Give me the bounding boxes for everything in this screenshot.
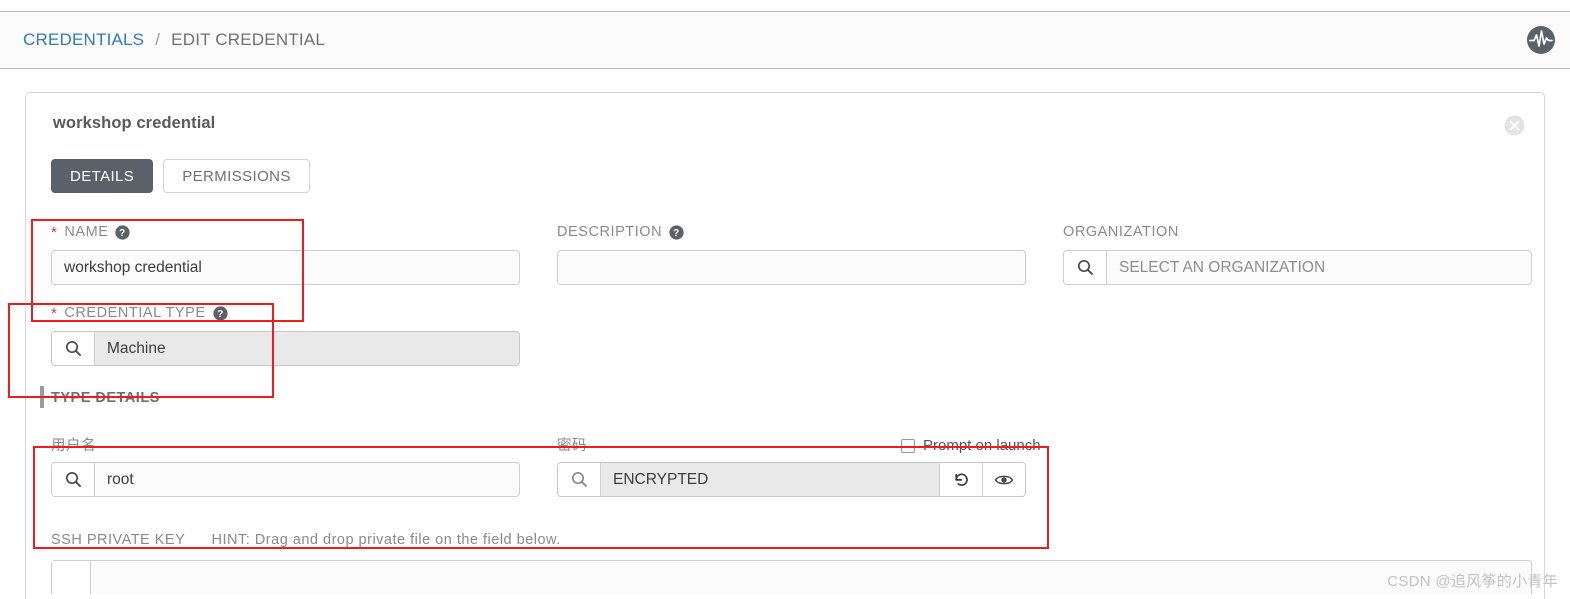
search-icon[interactable]: [558, 463, 601, 496]
tab-permissions-label: PERMISSIONS: [182, 167, 291, 185]
svg-text:?: ?: [217, 309, 224, 320]
password-label-text: 密码: [557, 437, 588, 454]
prompt-on-launch-row[interactable]: Prompt on launch: [901, 437, 1041, 454]
breadcrumb-credentials-link[interactable]: CREDENTIALS: [23, 30, 144, 50]
username-field-label: 用户名: [51, 435, 520, 454]
tab-permissions[interactable]: PERMISSIONS: [163, 159, 310, 193]
card-tabs: DETAILS PERMISSIONS: [51, 159, 310, 193]
credential-type-input[interactable]: Machine: [51, 331, 520, 366]
name-field-label: * NAME ?: [51, 223, 520, 241]
search-icon[interactable]: [1064, 251, 1107, 284]
organization-field-group: ORGANIZATION SELECT AN ORGANIZATION: [1063, 223, 1532, 285]
question-circle-icon[interactable]: ?: [115, 224, 131, 240]
type-details-section-title: TYPE DETAILS: [51, 390, 160, 406]
name-required-marker: *: [51, 223, 58, 241]
close-icon[interactable]: [1504, 115, 1525, 136]
description-input-value: [558, 251, 1025, 284]
description-input[interactable]: [557, 250, 1026, 285]
organization-input-value: SELECT AN ORGANIZATION: [1119, 258, 1326, 276]
credential-type-field-group: * CREDENTIAL TYPE ? Machine: [51, 304, 520, 366]
revert-icon[interactable]: [939, 463, 982, 496]
question-circle-icon[interactable]: ?: [212, 305, 228, 321]
organization-field-label: ORGANIZATION: [1063, 223, 1532, 241]
name-input-value: workshop credential: [64, 258, 202, 276]
breadcrumb: CREDENTIALS / EDIT CREDENTIAL: [23, 30, 325, 50]
name-label-text: NAME: [64, 224, 109, 240]
tab-details[interactable]: DETAILS: [51, 159, 154, 193]
description-field-label: DESCRIPTION ?: [557, 223, 1026, 241]
eye-icon[interactable]: [982, 463, 1025, 496]
organization-label-text: ORGANIZATION: [1063, 224, 1179, 240]
username-field-group: 用户名 root: [51, 435, 520, 497]
password-input[interactable]: ENCRYPTED: [557, 462, 1026, 497]
svg-text:?: ?: [120, 228, 127, 239]
credential-type-input-value: Machine: [107, 339, 166, 357]
description-label-text: DESCRIPTION: [557, 224, 663, 240]
prompt-on-launch-checkbox[interactable]: [901, 438, 915, 453]
edit-credential-card: workshop credential DETAILS PERMISSIONS …: [25, 92, 1545, 599]
username-label-text: 用户名: [51, 437, 97, 454]
credential-type-required-marker: *: [51, 304, 58, 322]
credential-type-label-text: CREDENTIAL TYPE: [64, 305, 206, 321]
csdn-watermark: CSDN @追风筝的小青年: [1387, 573, 1558, 590]
ssh-private-key-input[interactable]: [51, 560, 1532, 594]
ssh-private-key-label: SSH PRIVATE KEY: [51, 532, 186, 548]
name-field-group: * NAME ? workshop credential: [51, 223, 520, 285]
prompt-on-launch-label: Prompt on launch: [923, 437, 1041, 454]
top-breadcrumb-bar: CREDENTIALS / EDIT CREDENTIAL: [0, 11, 1570, 69]
ansible-pulse-icon[interactable]: [1526, 25, 1556, 55]
credential-type-field-label: * CREDENTIAL TYPE ?: [51, 304, 520, 322]
tab-details-label: DETAILS: [70, 167, 135, 185]
description-field-group: DESCRIPTION ?: [557, 223, 1026, 285]
page-root: CREDENTIALS / EDIT CREDENTIAL workshop c…: [0, 0, 1570, 599]
breadcrumb-current-page: EDIT CREDENTIAL: [171, 30, 325, 49]
password-input-value: ENCRYPTED: [613, 470, 709, 488]
question-circle-icon[interactable]: ?: [669, 224, 684, 240]
search-icon[interactable]: [52, 332, 95, 365]
name-input[interactable]: workshop credential: [51, 250, 520, 285]
username-input-value: root: [107, 470, 134, 488]
username-input[interactable]: root: [51, 462, 520, 497]
ssh-private-key-label-row: SSH PRIVATE KEY HINT: Drag and drop priv…: [51, 532, 561, 548]
svg-text:?: ?: [673, 228, 680, 239]
search-icon[interactable]: [52, 463, 95, 496]
page-title: workshop credential: [53, 114, 216, 132]
ssh-key-line-gutter: [52, 561, 91, 594]
organization-input[interactable]: SELECT AN ORGANIZATION: [1063, 250, 1532, 285]
ssh-private-key-hint: HINT: Drag and drop private file on the …: [211, 532, 561, 548]
section-accent-bar: [40, 386, 44, 408]
breadcrumb-separator: /: [155, 30, 161, 49]
